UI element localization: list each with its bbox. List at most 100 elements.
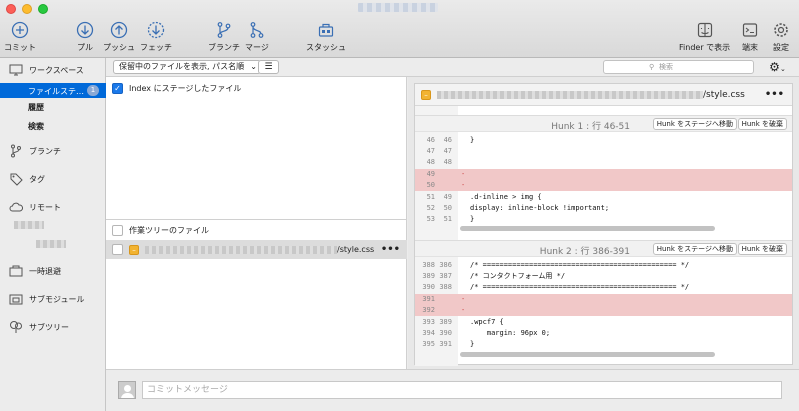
- discard-hunk-button[interactable]: Hunk を破棄: [737, 243, 787, 255]
- gear-icon: ⚙: [769, 60, 780, 74]
- sidebar-item-remotes[interactable]: リモート: [0, 199, 106, 215]
- modified-file-icon: –: [129, 244, 139, 255]
- diff-file-header: – /style.css •••: [415, 84, 792, 106]
- stage-all-checkbox[interactable]: ✓: [112, 82, 123, 94]
- sidebar-item-file-status[interactable]: ファイルステ… 1: [0, 83, 106, 98]
- diff-file-path-redacted: [437, 90, 703, 99]
- search-input[interactable]: ⚲ 検索: [603, 60, 754, 74]
- working-tree-pane: 作業ツリーのファイル – /style.css •••: [106, 219, 407, 369]
- diff-line-removed: 391-: [415, 294, 792, 305]
- branch-icon: [7, 144, 25, 158]
- stage-hunk-button[interactable]: Hunk をステージへ移動: [652, 243, 737, 255]
- staged-header: ✓ Index にステージしたファイル: [106, 79, 407, 97]
- working-tree-header: 作業ツリーのファイル: [106, 221, 407, 239]
- window-title: [358, 3, 438, 12]
- sidebar-item-tags[interactable]: タグ: [0, 171, 106, 187]
- diff-line: 47 47: [426, 147, 452, 155]
- working-tree-checkbox[interactable]: [112, 224, 123, 236]
- stash-button[interactable]: スタッシュ: [306, 20, 346, 53]
- search-icon: ⚲: [649, 63, 655, 71]
- diff-line-removed: 50-: [415, 180, 792, 191]
- stash-icon: [7, 264, 25, 278]
- merge-icon: [247, 20, 267, 40]
- sidebar: ワークスペース ファイルステ… 1 履歴 検索 ブランチ タグ リモート 一時退…: [0, 58, 106, 411]
- sidebar-item-stashes[interactable]: 一時退避: [0, 263, 106, 279]
- file-row[interactable]: – /style.css •••: [106, 240, 407, 259]
- filter-bar: 保留中のファイルを表示, パス名順 ⌄ ☰ ⚲ 検索 ⚙⌄: [106, 58, 799, 77]
- zoom-window-button[interactable]: [38, 4, 48, 14]
- diff-line: 51 49 .d-inline > img {: [426, 193, 542, 201]
- chevron-down-icon: ⌄: [779, 65, 786, 73]
- sidebar-item-submodules[interactable]: サブモジュール: [0, 291, 106, 307]
- diff-line-removed: 49-: [415, 169, 792, 180]
- terminal-icon: [740, 20, 760, 40]
- commit-bar: コミットメッセージ: [106, 369, 799, 411]
- arrow-down-circle-icon: [75, 20, 95, 40]
- diff-line: 394 390 margin: 96px 0;: [422, 329, 551, 337]
- hunk-header: Hunk 1 : 行 46-51 Hunk をステージへ移動 Hunk を破棄: [415, 115, 792, 132]
- horizontal-scrollbar[interactable]: [460, 226, 715, 231]
- cloud-icon: [7, 200, 25, 214]
- horizontal-scrollbar[interactable]: [460, 352, 715, 357]
- file-filter-dropdown[interactable]: 保留中のファイルを表示, パス名順 ⌄: [113, 60, 261, 74]
- tag-icon: [7, 172, 25, 186]
- monitor-icon: [7, 63, 25, 77]
- sidebar-item-search[interactable]: 検索: [28, 121, 44, 132]
- file-status-count-badge: 1: [87, 85, 99, 96]
- list-view-button[interactable]: ☰: [258, 60, 279, 74]
- branch-button[interactable]: ブランチ: [208, 20, 240, 53]
- diff-line-removed: 392-: [415, 305, 792, 316]
- more-options-icon[interactable]: •••: [765, 89, 784, 100]
- file-path-redacted: [145, 245, 337, 254]
- list-icon: ☰: [264, 62, 273, 72]
- diff-line: 53 51}: [426, 215, 475, 223]
- diff-line: 389 387/* コンタクトフォーム用 */: [422, 272, 566, 280]
- diff-card: – /style.css ••• Hunk 1 : 行 46-51 Hunk を…: [414, 83, 793, 366]
- settings-button[interactable]: 設定: [771, 20, 791, 53]
- stage-hunk-button[interactable]: Hunk をステージへ移動: [652, 118, 737, 130]
- download-dashed-circle-icon: [146, 20, 166, 40]
- modified-file-icon: –: [421, 89, 431, 100]
- gear-icon: [771, 20, 791, 40]
- hunk-header: Hunk 2 : 行 386-391 Hunk をステージへ移動 Hunk を破…: [415, 240, 792, 257]
- sidebar-item-history[interactable]: 履歴: [28, 102, 44, 113]
- finder-icon: [695, 20, 715, 40]
- sidebar-item-branches[interactable]: ブランチ: [0, 143, 106, 159]
- diff-line: 48 48: [426, 158, 452, 166]
- fetch-button[interactable]: フェッチ: [140, 20, 172, 53]
- sidebar-item-subtrees[interactable]: サブツリー: [0, 319, 106, 335]
- more-options-icon[interactable]: •••: [381, 244, 400, 255]
- options-gear-menu[interactable]: ⚙⌄: [763, 59, 792, 75]
- close-window-button[interactable]: [6, 4, 16, 14]
- branch-icon: [214, 20, 234, 40]
- diff-pane: – /style.css ••• Hunk 1 : 行 46-51 Hunk を…: [408, 77, 799, 369]
- toolbar: コミット プル プッシュ フェッチ ブランチ マージ スタッシュ Finder …: [0, 0, 799, 58]
- diff-line: 388 386/* ===============================…: [422, 261, 690, 269]
- arrow-up-circle-icon: [109, 20, 129, 40]
- staged-files-pane: ✓ Index にステージしたファイル: [106, 77, 407, 219]
- minimize-window-button[interactable]: [22, 4, 32, 14]
- pull-button[interactable]: プル: [75, 20, 95, 53]
- remote-name-redacted[interactable]: [14, 221, 44, 229]
- terminal-button[interactable]: 端末: [740, 20, 760, 53]
- diff-line: 52 50 display: inline-block !important;: [426, 204, 610, 212]
- discard-hunk-button[interactable]: Hunk を破棄: [737, 118, 787, 130]
- avatar: [118, 381, 136, 399]
- chevron-down-icon: ⌄: [250, 62, 257, 71]
- remote-branch-redacted[interactable]: [36, 240, 66, 248]
- file-checkbox[interactable]: [112, 244, 123, 255]
- show-in-finder-button[interactable]: Finder で表示: [679, 20, 730, 53]
- commit-button[interactable]: コミット: [4, 20, 36, 53]
- diff-line: 393 389 .wpcf7 {: [422, 318, 504, 326]
- diff-line: 46 46}: [426, 136, 475, 144]
- diff-line: 390 388/* ===============================…: [422, 283, 690, 291]
- merge-button[interactable]: マージ: [245, 20, 269, 53]
- subtree-icon: [7, 320, 25, 334]
- push-button[interactable]: プッシュ: [103, 20, 135, 53]
- diff-line: 395 391}: [422, 340, 475, 348]
- plus-circle-icon: [10, 20, 30, 40]
- sidebar-item-workspace[interactable]: ワークスペース: [0, 62, 106, 78]
- commit-message-input[interactable]: コミットメッセージ: [142, 381, 782, 399]
- stash-icon: [316, 20, 336, 40]
- submodule-icon: [7, 292, 25, 306]
